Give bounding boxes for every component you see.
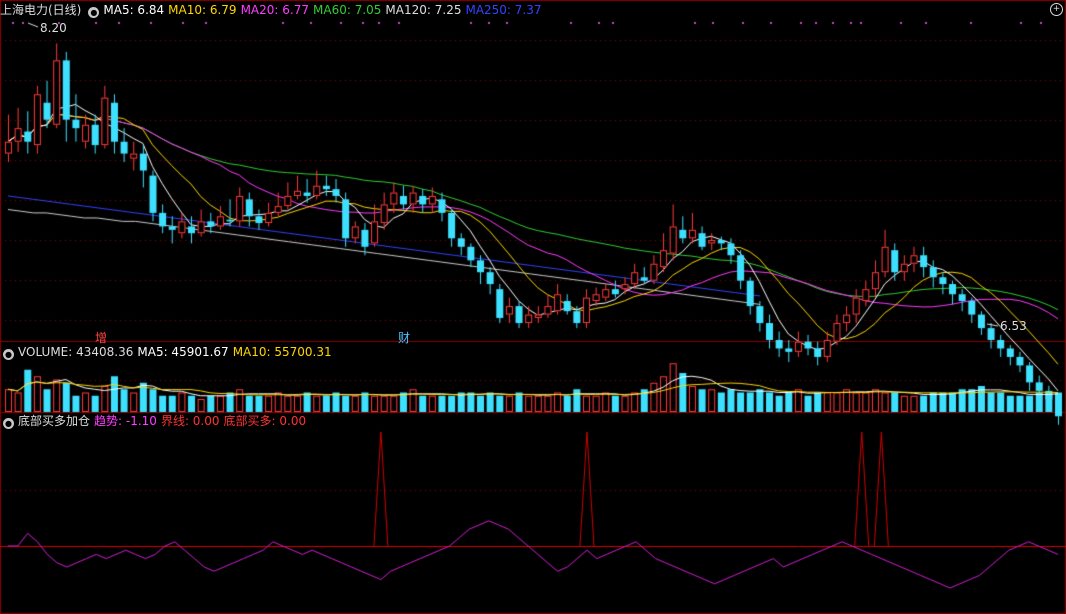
event-marker-1[interactable]: 增: [95, 329, 107, 346]
volume-label: VOLUME: 43408.36: [18, 345, 134, 359]
chart-canvas[interactable]: [0, 0, 1066, 614]
line-label: 界线: 0.00: [160, 414, 220, 428]
price-panel-header: 上海电力(日线) ● MA5: 6.84 MA10: 6.79 MA20: 6.77 MA…: [0, 2, 546, 18]
settings-dot-icon[interactable]: ●: [88, 7, 100, 18]
ma20-label: MA20: 6.77: [240, 3, 309, 17]
vol-ma10-label: MA10: 55700.31: [232, 345, 332, 359]
volume-panel-header: ● VOLUME: 43408.36 MA5: 45901.67 MA10: 5570…: [0, 344, 336, 360]
ma60-label: MA60: 7.05: [313, 3, 382, 17]
low-price-label: 6.53: [1000, 319, 1027, 333]
expand-icon[interactable]: +: [1050, 3, 1063, 16]
event-marker-2[interactable]: 财: [398, 329, 410, 346]
vol-ma5-label: MA5: 45901.67: [137, 345, 229, 359]
bottom-buy-label: 底部买多: 0.00: [223, 414, 307, 428]
ma5-label: MA5: 6.84: [103, 3, 165, 17]
high-price-label: 8.20: [40, 21, 67, 35]
settings-dot-icon[interactable]: ●: [3, 349, 14, 360]
ma10-label: MA10: 6.79: [168, 3, 237, 17]
trend-label: 趋势: -1.10: [94, 414, 157, 428]
ma120-label: MA120: 7.25: [385, 3, 462, 17]
ma250-label: MA250: 7.37: [465, 3, 542, 17]
stock-title: 上海电力(日线): [0, 3, 82, 17]
indicator-title: 底部买多加仓: [18, 414, 91, 428]
indicator-panel-header: ● 底部买多加仓 趋势: -1.10 界线: 0.00 底部买多: 0.00: [0, 413, 310, 429]
settings-dot-icon[interactable]: ●: [3, 418, 14, 429]
